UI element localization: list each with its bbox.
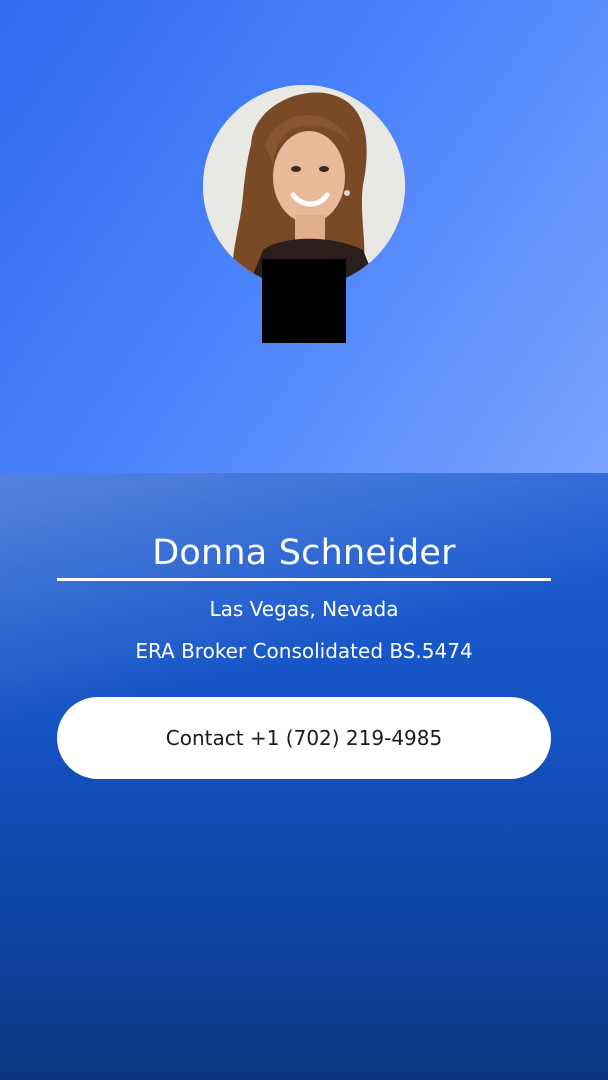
contact-button-label: Contact +1 (702) 219-4985: [165, 726, 443, 750]
redaction-box: [262, 259, 346, 343]
profile-name: Donna Schneider: [152, 533, 456, 573]
avatar: [203, 85, 405, 287]
avatar-photo-icon: [203, 85, 405, 287]
profile-location: Las Vegas, Nevada: [209, 597, 399, 621]
business-card-screen: Donna Schneider Las Vegas, Nevada ERA Br…: [0, 0, 608, 1080]
profile-brokerage: ERA Broker Consolidated BS.5474: [135, 639, 473, 663]
contact-button[interactable]: Contact +1 (702) 219-4985: [57, 697, 551, 779]
name-divider: [57, 578, 551, 581]
